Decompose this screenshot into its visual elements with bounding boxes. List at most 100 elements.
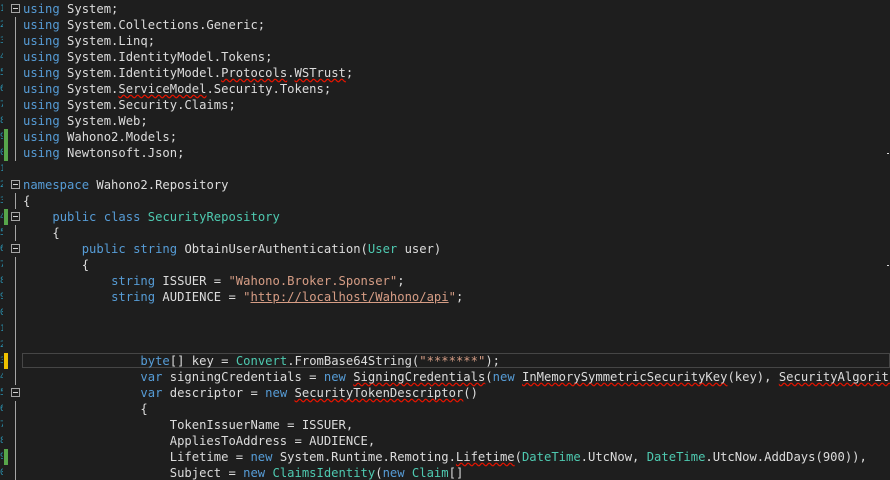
code-line[interactable]: 8 using System.Web; xyxy=(0,113,890,129)
code-token: ( xyxy=(485,370,493,384)
line-number: 2 xyxy=(0,340,3,350)
code-line[interactable]: 9 using Wahono2.Models; xyxy=(0,129,890,145)
code-editor[interactable]: 1 using System; 2 using System.Collections.… xyxy=(0,0,890,480)
fold-guide xyxy=(15,449,16,465)
code-token: AUDIENCE = xyxy=(155,290,244,304)
code-token: public xyxy=(52,210,97,224)
code-text: using System.IdentityModel.Tokens; xyxy=(23,49,272,65)
code-line[interactable]: 0 xyxy=(0,305,890,321)
fold-guide xyxy=(15,33,16,49)
code-token: { xyxy=(23,258,90,272)
code-line[interactable]: 3 using System.Linq; xyxy=(0,33,890,49)
code-token: SecurityRepository xyxy=(147,210,280,224)
collapse-icon[interactable] xyxy=(11,388,20,397)
line-number: 1 xyxy=(0,164,3,174)
code-token: using xyxy=(23,50,60,64)
code-token: { xyxy=(23,226,60,240)
code-token: " xyxy=(448,290,456,304)
code-token: byte xyxy=(140,354,170,368)
code-line[interactable]: 8 string ISSUER = "Wahono.Broker.Sponser… xyxy=(0,273,890,289)
code-token: new xyxy=(323,370,346,384)
code-line[interactable]: 5 var descriptor = new SecurityTokenDesc… xyxy=(0,385,890,401)
code-text: using System.Security.Claims; xyxy=(23,97,236,113)
line-number: 6 xyxy=(0,404,3,414)
code-line[interactable]: 3{ xyxy=(0,193,890,209)
code-token: namespace xyxy=(23,178,90,192)
fold-guide xyxy=(15,337,16,353)
code-line[interactable]: 7 TokenIssuerName = ISSUER, xyxy=(0,417,890,433)
code-token: System.IdentityModel. xyxy=(59,66,222,80)
line-number: 1 xyxy=(0,4,3,14)
code-token: { xyxy=(23,194,31,208)
code-text: namespace Wahono2.Repository xyxy=(23,177,228,193)
code-text: { xyxy=(23,401,148,417)
collapse-icon[interactable] xyxy=(11,4,20,13)
fold-guide xyxy=(15,417,16,433)
code-line[interactable]: 1 xyxy=(0,161,890,177)
code-token: Wahono2.Repository xyxy=(89,178,229,192)
code-line[interactable]: 4 var signingCredentials = new SigningCr… xyxy=(0,369,890,385)
code-line[interactable]: 1 using System; xyxy=(0,1,890,17)
code-token: using xyxy=(23,2,60,16)
code-line[interactable]: 8 AppliesToAddress = AUDIENCE, xyxy=(0,433,890,449)
collapse-icon[interactable] xyxy=(11,244,20,253)
code-token: Lifetime xyxy=(455,450,515,464)
code-text: using System.IdentityModel.Protocols.WST… xyxy=(23,65,353,81)
code-token: public xyxy=(81,242,126,256)
code-token: var xyxy=(140,386,163,400)
code-token: .Security.Tokens; xyxy=(206,82,332,96)
code-token: () xyxy=(463,386,478,400)
line-number: 4 xyxy=(0,212,3,222)
code-token: class xyxy=(103,210,141,224)
collapse-icon[interactable] xyxy=(11,212,20,221)
code-token: "Wahono.Broker.Sponser" xyxy=(228,274,398,288)
change-saved-marker xyxy=(4,129,8,145)
code-line[interactable]: 9 Lifetime = new System.Runtime.Remoting… xyxy=(0,449,890,465)
code-token: ; xyxy=(397,274,405,288)
code-line[interactable]: 5 using System.IdentityModel.Protocols.WS… xyxy=(0,65,890,81)
code-line[interactable]: 4 using System.IdentityModel.Tokens; xyxy=(0,49,890,65)
line-number: 6 xyxy=(0,84,3,94)
code-line[interactable]: 6 using System.ServiceModel.Security.Toke… xyxy=(0,81,890,97)
line-number: 6 xyxy=(0,244,3,254)
collapse-icon[interactable] xyxy=(11,180,20,189)
code-line[interactable]: 4 public class SecurityRepository xyxy=(0,209,890,225)
code-line[interactable]: 7 using System.Security.Claims; xyxy=(0,97,890,113)
line-number: 2 xyxy=(0,180,3,190)
code-line[interactable]: 5 { xyxy=(0,225,890,241)
code-token: ObtainUserAuthentication( xyxy=(177,242,368,256)
code-line[interactable]: 2 namespace Wahono2.Repository xyxy=(0,177,890,193)
code-token: Newtonsoft.Json; xyxy=(59,146,185,160)
code-token: using xyxy=(23,34,60,48)
code-text: var signingCredentials = new SigningCred… xyxy=(23,369,890,385)
code-token: [] xyxy=(448,466,464,480)
code-line[interactable]: 0 Subject = new ClaimsIdentity(new Claim… xyxy=(0,465,890,480)
code-token: [] key = xyxy=(169,354,236,368)
fold-guide xyxy=(15,65,16,81)
fold-guide xyxy=(15,49,16,65)
code-text: Lifetime = new System.Runtime.Remoting.L… xyxy=(23,449,867,465)
code-line[interactable]: 0 using Newtonsoft.Json; xyxy=(0,145,890,161)
code-line[interactable]: 6 { xyxy=(0,401,890,417)
code-line[interactable]: 7 { xyxy=(0,257,890,273)
code-token: System.Web; xyxy=(59,114,148,128)
code-line[interactable]: 1 xyxy=(0,321,890,337)
code-token: { xyxy=(23,402,148,416)
code-line[interactable]: 6 public string ObtainUserAuthentication… xyxy=(0,241,890,257)
line-number: 8 xyxy=(0,436,3,446)
code-text: using System; xyxy=(23,1,118,17)
fold-guide xyxy=(15,97,16,113)
line-number: 5 xyxy=(0,228,3,238)
code-line[interactable]: 2 using System.Collections.Generic; xyxy=(0,17,890,33)
line-number: 5 xyxy=(0,68,3,78)
code-token: using xyxy=(23,130,60,144)
code-line[interactable]: 9 string AUDIENCE = "http://localhost/Wa… xyxy=(0,289,890,305)
line-number: 5 xyxy=(0,388,3,398)
code-line[interactable]: 2 xyxy=(0,337,890,353)
code-line[interactable]: 3 byte[] key = Convert.FromBase64String(… xyxy=(0,353,890,369)
